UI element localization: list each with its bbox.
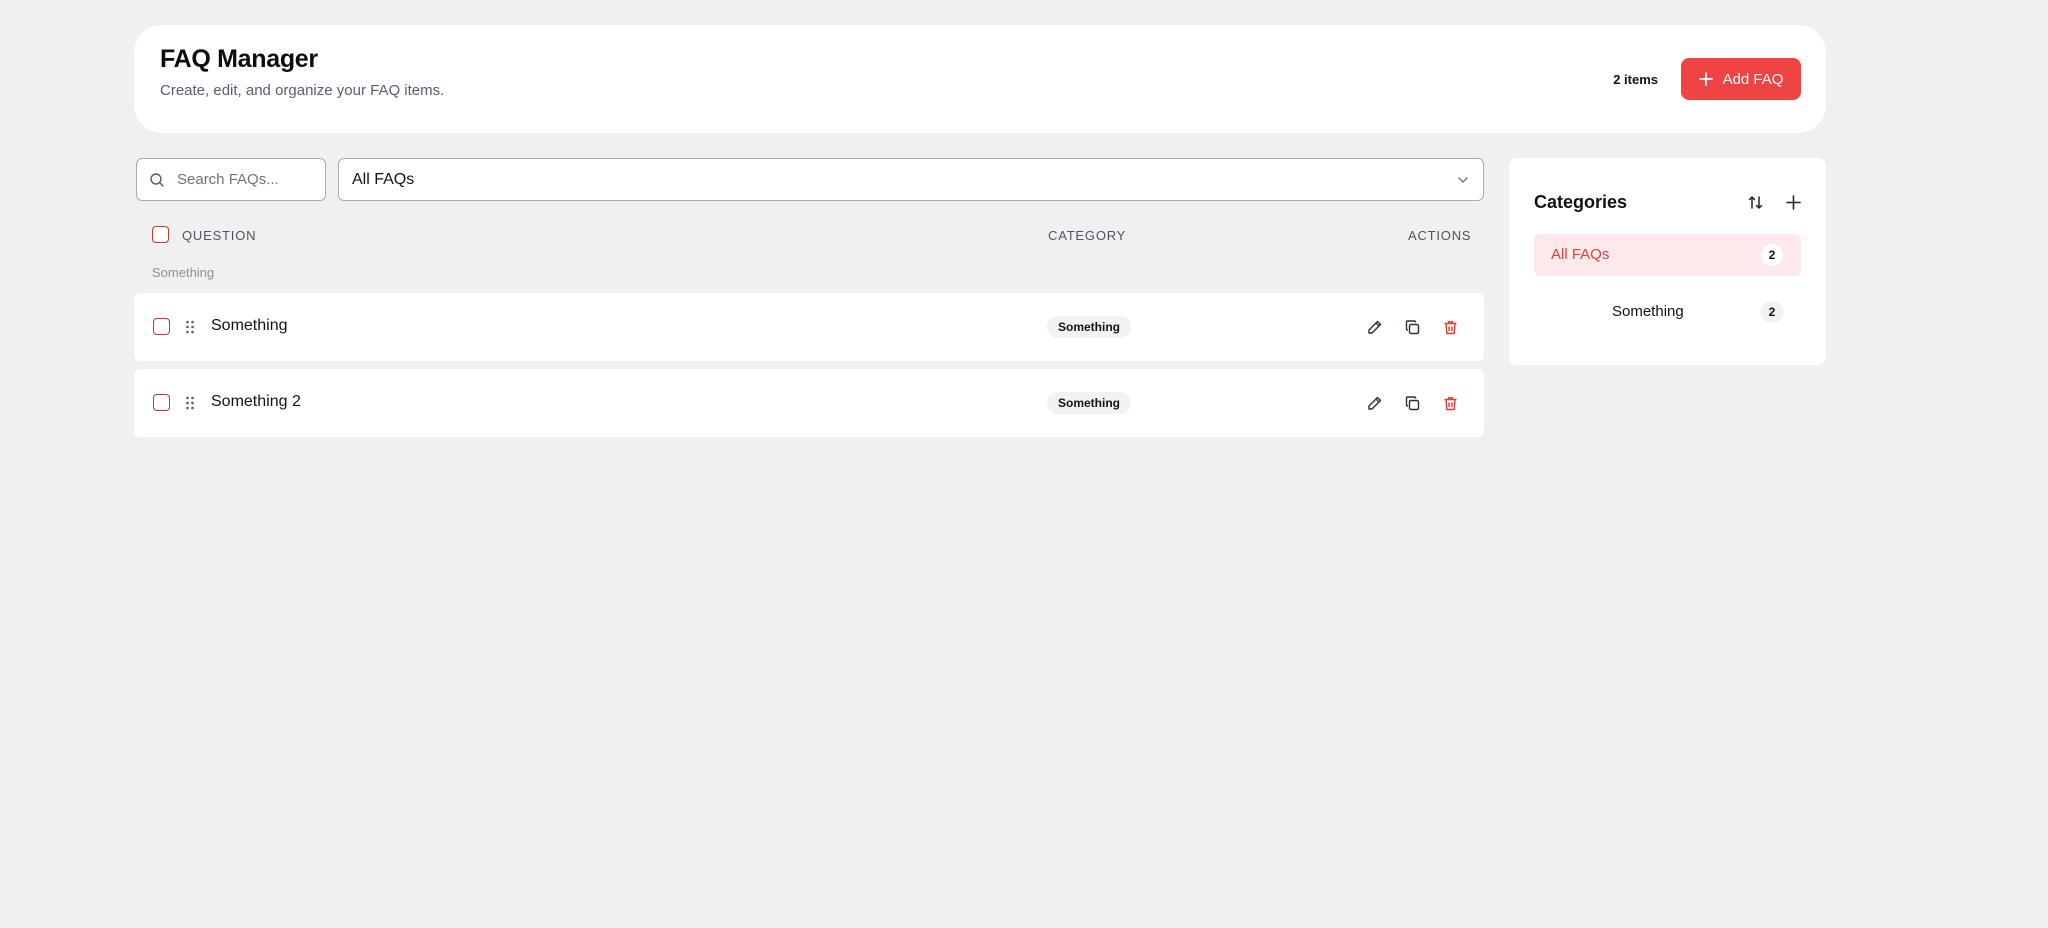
item-count: 2 items bbox=[1613, 72, 1658, 87]
add-faq-label: Add FAQ bbox=[1722, 70, 1784, 88]
group-label: Something bbox=[152, 265, 215, 280]
category-badge: Something bbox=[1047, 392, 1131, 414]
trash-icon bbox=[1444, 396, 1456, 410]
category-count: 2 bbox=[1761, 244, 1783, 266]
edit-button[interactable] bbox=[1363, 316, 1385, 338]
category-item-all-faqs[interactable]: All FAQs 2 bbox=[1534, 234, 1801, 276]
column-header-question: QUESTION bbox=[182, 228, 257, 243]
column-header-actions: ACTIONS bbox=[1408, 228, 1472, 243]
copy-icon bbox=[1405, 319, 1419, 334]
category-badge: Something bbox=[1047, 316, 1131, 338]
filter-selected-value: All FAQs bbox=[352, 171, 415, 188]
delete-button[interactable] bbox=[1439, 392, 1461, 414]
copy-icon bbox=[1405, 395, 1419, 410]
pencil-icon bbox=[1367, 320, 1381, 334]
page-title: FAQ Manager bbox=[160, 45, 318, 73]
select-all-checkbox[interactable] bbox=[152, 226, 169, 243]
table-header: QUESTION CATEGORY ACTIONS bbox=[134, 220, 1484, 250]
row-question: Something 2 bbox=[211, 393, 301, 410]
pencil-icon bbox=[1367, 396, 1381, 410]
search-input[interactable] bbox=[177, 159, 317, 200]
search-icon bbox=[150, 173, 164, 187]
drag-handle-icon[interactable] bbox=[184, 319, 196, 335]
sort-categories-button[interactable] bbox=[1744, 191, 1766, 213]
categories-title: Categories bbox=[1534, 192, 1628, 212]
table-row: Something 2 Something bbox=[134, 369, 1484, 437]
plus-icon bbox=[1785, 194, 1801, 210]
category-count: 2 bbox=[1761, 301, 1783, 323]
category-filter-select[interactable]: All FAQs bbox=[338, 158, 1484, 201]
duplicate-button[interactable] bbox=[1401, 392, 1423, 414]
duplicate-button[interactable] bbox=[1401, 316, 1423, 338]
row-checkbox[interactable] bbox=[153, 394, 170, 411]
add-faq-button[interactable]: Add FAQ bbox=[1681, 58, 1801, 100]
delete-button[interactable] bbox=[1439, 316, 1461, 338]
sort-icon bbox=[1748, 195, 1762, 209]
search-box bbox=[136, 158, 326, 201]
drag-handle-icon[interactable] bbox=[184, 395, 196, 411]
category-label: All FAQs bbox=[1551, 246, 1610, 263]
table-row: Something Something bbox=[134, 293, 1484, 361]
add-category-button[interactable] bbox=[1782, 191, 1804, 213]
categories-panel: Categories All FAQs 2 Something 2 bbox=[1509, 158, 1826, 365]
plus-icon bbox=[1698, 72, 1713, 86]
column-header-category: CATEGORY bbox=[1048, 228, 1127, 243]
chevron-down-icon bbox=[1458, 177, 1468, 183]
row-checkbox[interactable] bbox=[153, 318, 170, 335]
edit-button[interactable] bbox=[1363, 392, 1385, 414]
trash-icon bbox=[1444, 320, 1456, 334]
category-label: Something bbox=[1612, 303, 1684, 320]
category-item-something[interactable]: Something 2 bbox=[1534, 291, 1801, 333]
row-question: Something bbox=[211, 317, 288, 334]
page-subtitle: Create, edit, and organize your FAQ item… bbox=[160, 82, 445, 99]
header-card: FAQ Manager Create, edit, and organize y… bbox=[134, 25, 1826, 133]
